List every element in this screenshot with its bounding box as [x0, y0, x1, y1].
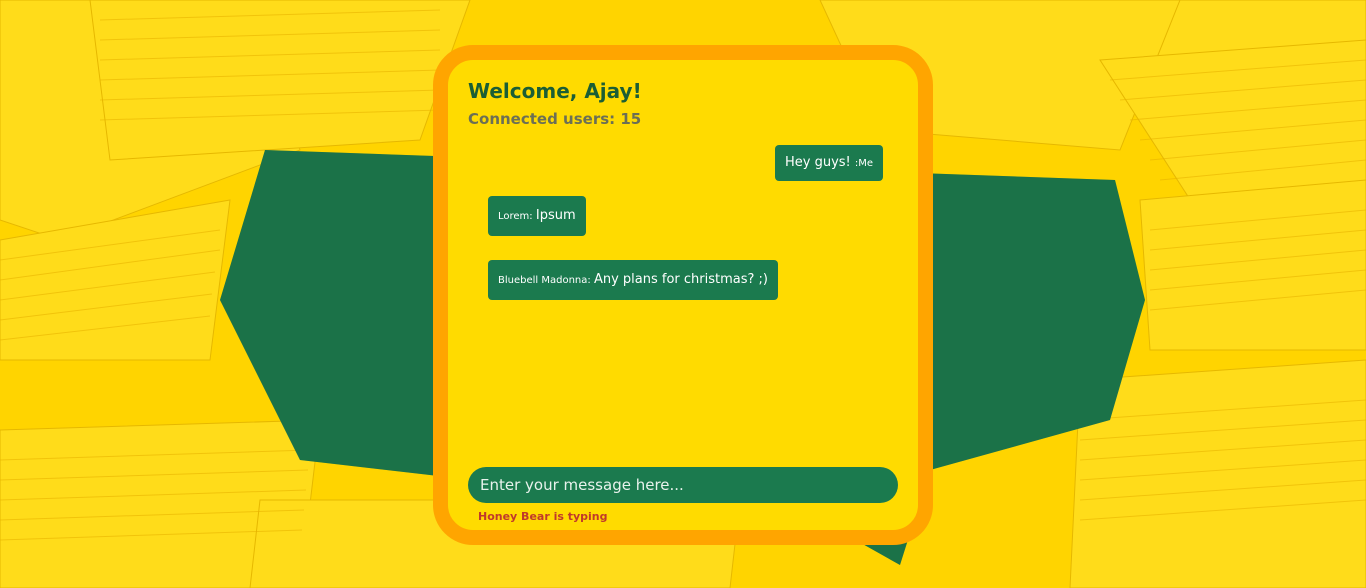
message-sender: :Me — [854, 158, 874, 169]
message-bubble: Bluebell Madonna: Any plans for christma… — [488, 260, 778, 300]
typing-indicator: Honey Bear is typing — [478, 510, 608, 523]
message-bubble-own: Hey guys! :Me — [775, 145, 884, 181]
message-text: Hey guys! — [785, 155, 855, 170]
chat-card: Welcome, Ajay! Connected users: 15 Hey g… — [433, 45, 933, 545]
composer — [468, 467, 898, 503]
message-bubble: Lorem: Ipsum — [488, 196, 586, 236]
message-sender: Lorem: — [498, 211, 536, 222]
message-text: Any plans for christmas? ;) — [593, 272, 768, 287]
message-list: Hey guys! :Me Lorem: Ipsum Bluebell Mado… — [448, 60, 918, 530]
message-input[interactable] — [468, 467, 898, 503]
message-text: Ipsum — [535, 208, 576, 223]
message-sender: Bluebell Madonna: — [498, 275, 594, 286]
